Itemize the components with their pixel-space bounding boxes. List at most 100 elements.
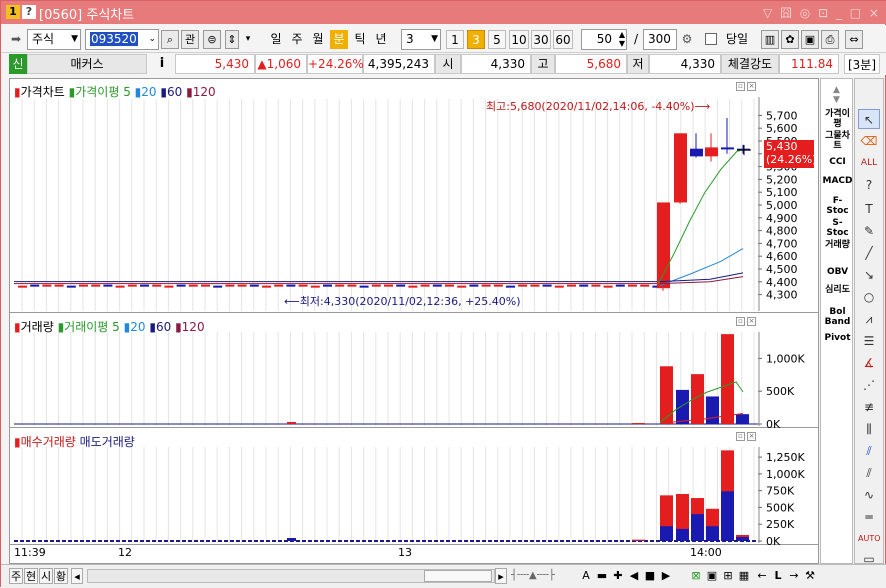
excel-icon[interactable]: ⊠ [689, 568, 703, 584]
quick-interval-60[interactable]: 60 [553, 30, 573, 49]
volume-chart-svg[interactable]: 1,000K500K0K [10, 314, 818, 428]
period-year[interactable]: 년 [372, 30, 390, 49]
line-icon[interactable]: ╱ [858, 243, 880, 263]
search-icon[interactable]: ⌕ [161, 30, 179, 49]
circle-icon[interactable]: ○ [858, 287, 880, 307]
cycle-icon[interactable]: ⫼ [858, 419, 880, 439]
price-chart-svg[interactable]: 5,7005,6005,5005,4005,3005,2005,1005,000… [10, 79, 818, 313]
gear-icon[interactable]: ✿ [781, 30, 799, 49]
text-icon[interactable]: T [858, 199, 880, 219]
indicator-volume[interactable]: 거래량 [822, 240, 853, 250]
pen-icon[interactable]: ✎ [858, 221, 880, 241]
period-minute[interactable]: 분 [330, 30, 348, 49]
quick-interval-1[interactable]: 1 [446, 30, 464, 49]
scroll-left-icon[interactable]: ◂ [71, 568, 83, 584]
code-input[interactable]: 093520 ⌄ [85, 29, 159, 50]
stock-name[interactable]: 매커스 [27, 54, 147, 74]
gann-icon[interactable]: ∡ [858, 353, 880, 373]
indicator-obv[interactable]: OBV [822, 267, 853, 277]
fibo-icon[interactable]: ≢ [858, 397, 880, 417]
interval-select[interactable]: 3 ▼ [401, 29, 441, 50]
fan-icon[interactable]: ⋰ [858, 375, 880, 395]
tab-joo[interactable]: 주 [9, 568, 23, 584]
pointer-icon[interactable]: ↖ [858, 109, 880, 129]
candle-flat [555, 286, 564, 288]
prev-icon[interactable]: ◀ [627, 568, 641, 584]
auto-icon[interactable]: AUTO [858, 529, 880, 549]
count-stepper[interactable]: 50 ▲▼ [581, 29, 627, 50]
indicator-ma[interactable]: 가격이평 [822, 109, 853, 129]
indicator-macd[interactable]: MACD [822, 176, 853, 186]
quick-interval-30[interactable]: 30 [531, 30, 551, 49]
scroll-up-icon[interactable]: ▲ [833, 85, 840, 95]
scroll-down-icon[interactable]: ▼ [833, 95, 840, 105]
total-input[interactable]: 300 [643, 29, 677, 50]
save2-icon[interactable]: ▣ [705, 568, 719, 584]
period-month[interactable]: 월 [309, 30, 327, 49]
indicator-bol[interactable]: Bol Band [822, 307, 853, 327]
indicator-cci[interactable]: CCI [822, 157, 853, 167]
period-week[interactable]: 주 [288, 30, 306, 49]
tool-icon[interactable]: ⚒ [803, 568, 817, 584]
indicator-sstoc[interactable]: S-Stoc [822, 218, 853, 238]
print-icon[interactable]: ⎙ [821, 30, 839, 49]
scroll-right-icon[interactable]: ▸ [495, 568, 507, 584]
market-select[interactable]: 주식 ▼ [27, 29, 81, 50]
indicator-net[interactable]: 그물차트 [822, 131, 853, 151]
image-icon[interactable]: ⊞ [721, 568, 735, 584]
grid-icon[interactable]: ▦ [737, 568, 751, 584]
link-icon[interactable]: ➡ [7, 30, 25, 49]
fav-button[interactable]: 관 [181, 30, 199, 49]
zoom-out-icon[interactable]: ▬ [595, 568, 609, 584]
ray-icon[interactable]: ↘ [858, 265, 880, 285]
settings-icon[interactable]: ⚙ [679, 30, 695, 49]
save-icon[interactable]: ▣ [801, 30, 819, 49]
volume-panel[interactable]: ▮거래량 ▮거래이평 5 ▮20 ▮60 ▮120 ▫ × 1,000K500K… [10, 314, 818, 428]
quick-interval-10[interactable]: 10 [509, 30, 529, 49]
delete-all-icon[interactable]: ALL [858, 153, 880, 173]
period-tick[interactable]: 틱 [351, 30, 369, 49]
indicator-fstoc[interactable]: F-Stoc [822, 196, 853, 216]
stop-icon[interactable]: ■ [643, 568, 657, 584]
zoom-slider[interactable]: ┤╌╌▲╌╌├ [511, 569, 575, 583]
back-icon[interactable]: ← [755, 568, 769, 584]
wave-icon[interactable]: ∿ [858, 485, 880, 505]
candle-flat [360, 286, 369, 288]
indicator-pivot[interactable]: Pivot [822, 333, 853, 343]
scrollbar-track[interactable] [87, 569, 495, 583]
tab-hwang[interactable]: 황 [54, 568, 68, 584]
eraser-icon[interactable]: ⌫ [858, 131, 880, 151]
chart-icon[interactable]: ▥ [761, 30, 779, 49]
high-value: 5,680 [555, 54, 627, 74]
forward-icon[interactable]: → [787, 568, 801, 584]
trend-icon[interactable]: ⫽ [858, 441, 880, 461]
hline-icon[interactable]: ═ [858, 507, 880, 527]
info-icon[interactable]: i [153, 54, 171, 74]
tab-hyeon[interactable]: 현 [24, 568, 38, 584]
price-panel[interactable]: ▮가격차트 ▮가격이평 5 ▮20 ▮60 ▮120 ▫ × 5,7005,60… [10, 79, 818, 313]
today-checkbox[interactable] [705, 33, 717, 45]
l-icon[interactable]: L [771, 568, 785, 584]
window-controls[interactable]: ▽ 囧 ◎ ⊡ _ □ × [763, 4, 881, 21]
tab-si[interactable]: 시 [39, 568, 53, 584]
indicator-psy[interactable]: 심리도 [822, 285, 853, 295]
buysell-panel[interactable]: ▮매수거래량 매도거래량 ▫ × 1,250K1,000K750K500K250… [10, 429, 818, 545]
chevron-down-icon[interactable]: ▾ [243, 30, 253, 49]
parallel-icon[interactable]: ☰ [858, 331, 880, 351]
channel-icon[interactable]: ⩘ [858, 309, 880, 329]
sync-icon[interactable]: ⊜ [203, 30, 221, 49]
zoom-in-icon[interactable]: ✚ [611, 568, 625, 584]
updown-icon[interactable]: ⇕ [225, 30, 239, 49]
question-icon[interactable]: ? [858, 175, 880, 195]
quick-interval-5[interactable]: 5 [488, 30, 506, 49]
buysell-chart-svg[interactable]: 1,250K1,000K750K500K250K0K [10, 429, 818, 545]
quick-interval-3[interactable]: 3 [467, 30, 485, 49]
andrew-icon[interactable]: ⫽ [858, 463, 880, 483]
next-icon[interactable]: ▶ [659, 568, 673, 584]
scrollbar-thumb[interactable] [424, 570, 492, 582]
zoom-a-icon[interactable]: A [579, 568, 593, 584]
chart-area[interactable]: ▮가격차트 ▮가격이평 5 ▮20 ▮60 ▮120 ▫ × 5,7005,60… [9, 78, 819, 564]
help-icon[interactable]: ? [22, 5, 36, 19]
link2-icon[interactable]: ⇔ [845, 30, 863, 49]
period-day[interactable]: 일 [267, 30, 285, 49]
